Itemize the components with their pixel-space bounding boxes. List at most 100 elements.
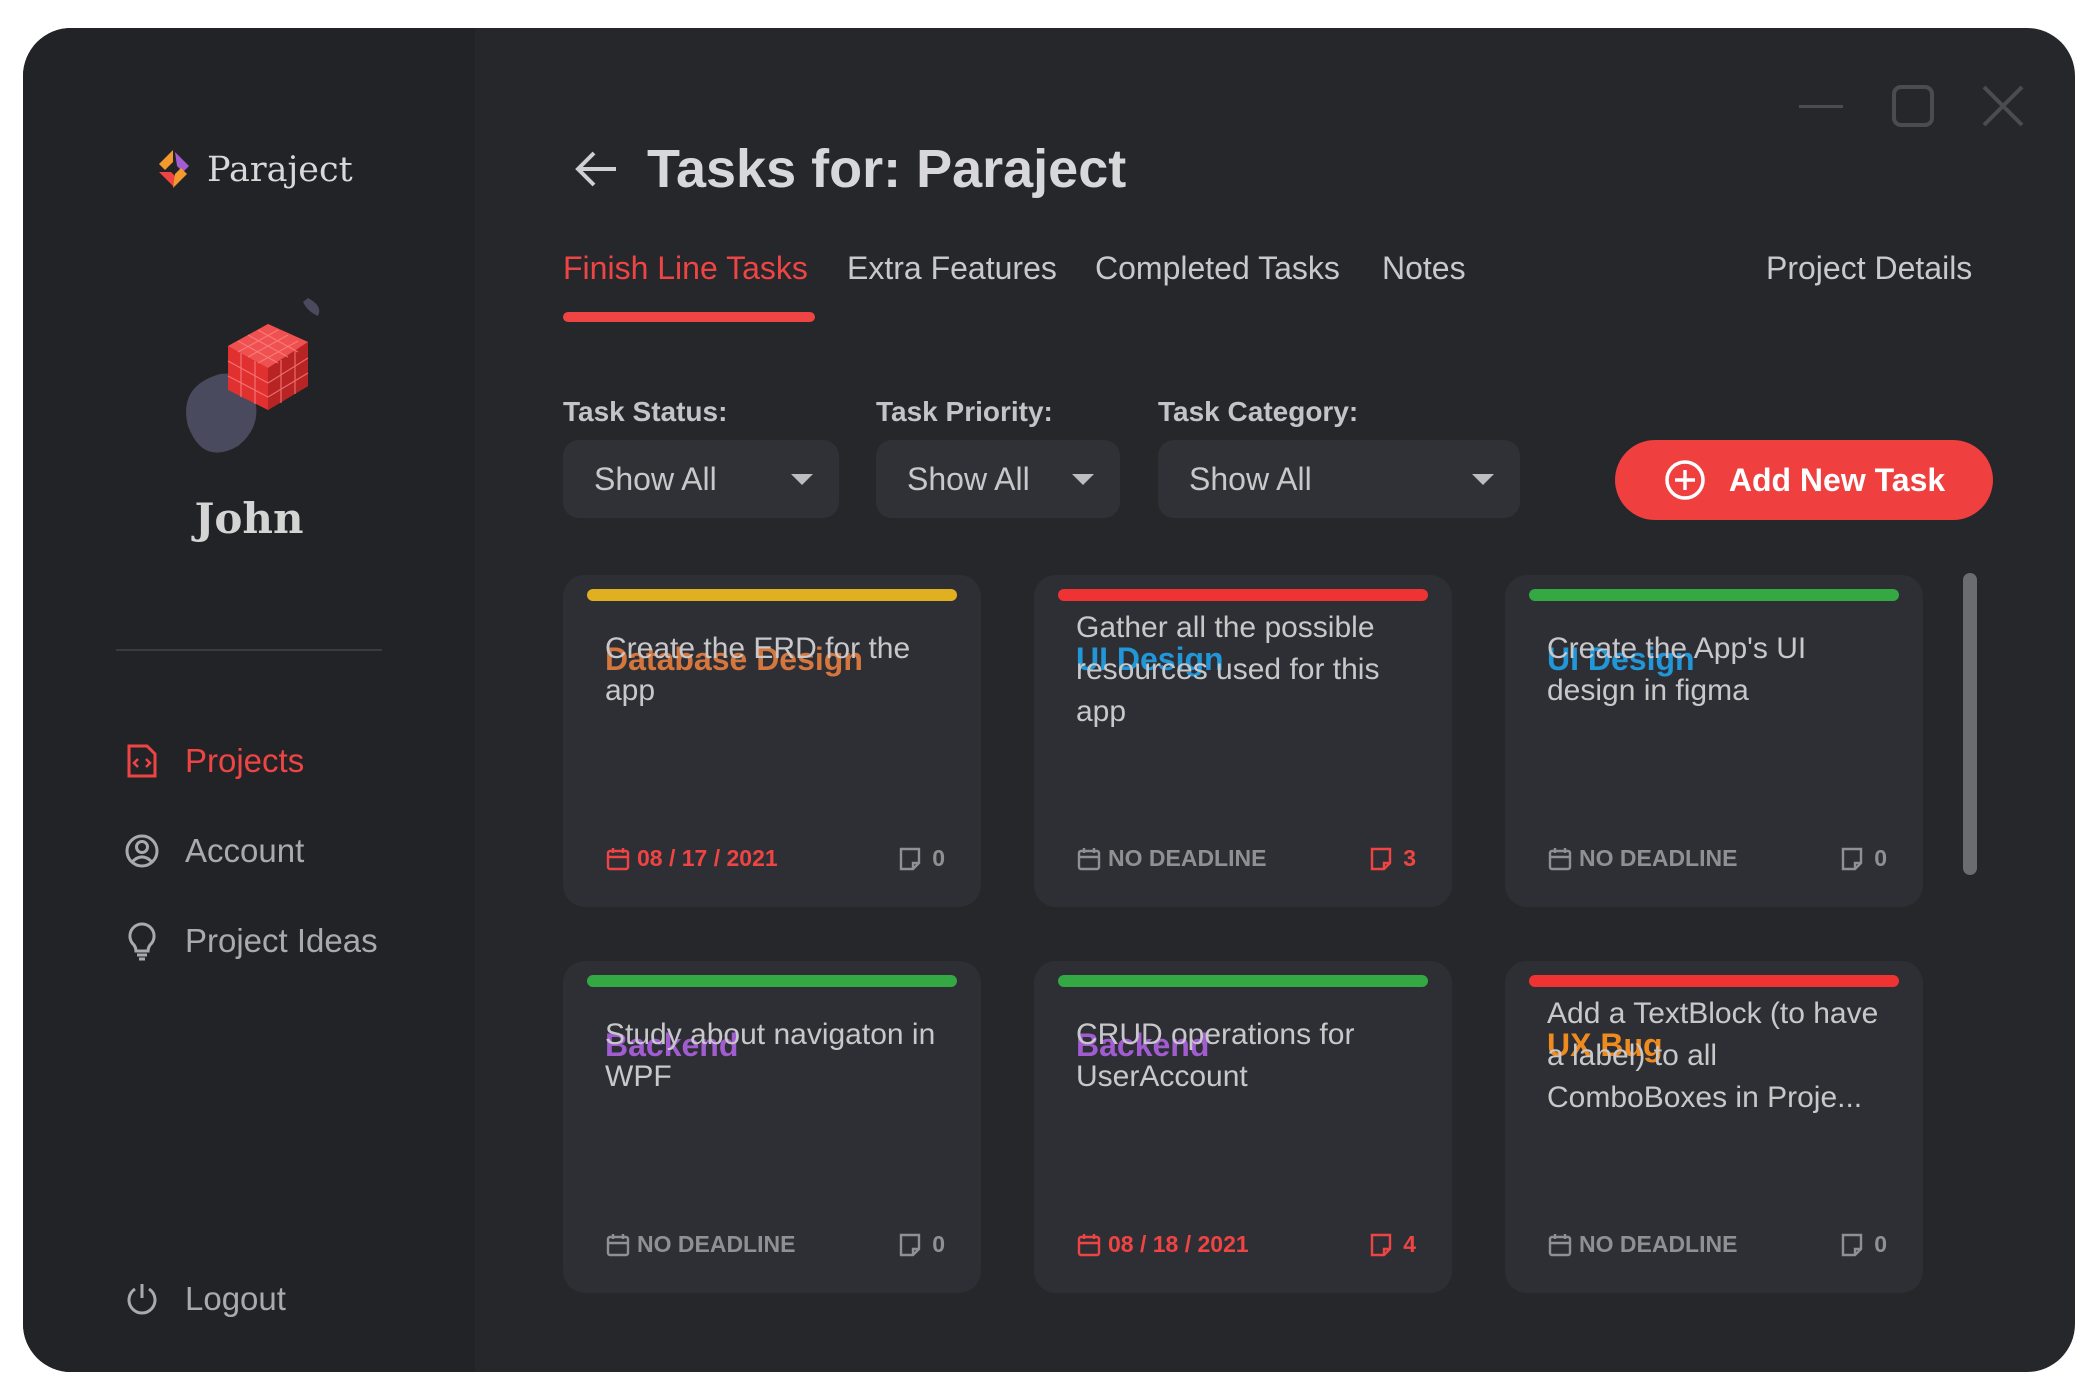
add-new-task-label: Add New Task — [1728, 461, 1946, 498]
task-footer: NO DEADLINE 0 — [605, 1231, 945, 1258]
task-notes-text: 0 — [1874, 845, 1887, 871]
page-header: Tasks for: Paraject — [571, 138, 1126, 200]
task-due-date: NO DEADLINE — [1547, 1231, 1737, 1258]
task-description: Study about navigaton in WPF — [605, 1018, 936, 1093]
calendar-icon — [606, 1233, 630, 1256]
sidebar-item-projects[interactable]: Projects — [121, 740, 304, 782]
task-due-text: NO DEADLINE — [1579, 845, 1738, 871]
task-card[interactable]: UI Design Gather all the possible resour… — [1034, 575, 1452, 907]
calendar-icon — [1548, 847, 1572, 870]
note-icon — [1371, 1233, 1392, 1256]
task-due-date: 08 / 18 / 2021 — [1076, 1231, 1249, 1258]
note-icon — [1842, 1233, 1863, 1256]
maximize-icon — [1892, 85, 1934, 127]
task-card[interactable]: UI Design Create the App's UI design in … — [1505, 575, 1923, 907]
minimize-icon — [1799, 104, 1843, 108]
calendar-icon — [1077, 847, 1101, 870]
task-footer: NO DEADLINE 0 — [1547, 1231, 1887, 1258]
task-due-text: 08 / 17 / 2021 — [637, 845, 778, 871]
task-status-select[interactable]: Show All — [563, 440, 839, 518]
task-due-text: NO DEADLINE — [1108, 845, 1267, 871]
sidebar-item-label: Project Ideas — [185, 922, 378, 959]
note-icon — [900, 847, 921, 870]
task-notes-text: 3 — [1403, 845, 1416, 871]
add-new-task-button[interactable]: Add New Task — [1615, 440, 1993, 520]
user-name: John — [194, 494, 304, 543]
chevron-down-icon — [791, 473, 813, 485]
task-card[interactable]: Database Design Create the ERD for the a… — [563, 575, 981, 907]
tab-finish-line-tasks[interactable]: Finish Line Tasks — [563, 250, 808, 287]
plus-circle-icon — [1665, 460, 1705, 500]
task-due-date: NO DEADLINE — [605, 1231, 795, 1258]
task-priority-select[interactable]: Show All — [876, 440, 1120, 518]
task-notes-count: 3 — [1369, 845, 1416, 872]
task-notes-count: 0 — [898, 845, 945, 872]
task-footer: NO DEADLINE 0 — [1547, 845, 1887, 872]
task-card[interactable]: UX Bug Add a TextBlock (to have a label)… — [1505, 961, 1923, 1293]
close-icon — [1982, 85, 2024, 127]
page-title: Tasks for: Paraject — [647, 139, 1127, 199]
sidebar-item-account[interactable]: Account — [121, 830, 304, 872]
close-button[interactable] — [1975, 76, 2031, 136]
task-notes-text: 0 — [1874, 1231, 1887, 1257]
calendar-icon — [1077, 1233, 1101, 1256]
task-notes-count: 0 — [898, 1231, 945, 1258]
app-logo: Paraject — [151, 144, 353, 196]
projects-icon — [121, 740, 163, 782]
task-category-select[interactable]: Show All — [1158, 440, 1520, 518]
task-footer: 08 / 17 / 2021 0 — [605, 845, 945, 872]
task-description: CRUD operations for UserAccount — [1076, 1018, 1355, 1093]
task-due-date: 08 / 17 / 2021 — [605, 845, 778, 872]
sidebar-item-project-ideas[interactable]: Project Ideas — [121, 920, 378, 962]
app-name: Paraject — [207, 150, 353, 190]
paraject-logo-icon — [159, 150, 189, 188]
logout-label: Logout — [185, 1280, 286, 1317]
lightbulb-icon — [121, 920, 163, 962]
task-priority-value: Show All — [907, 460, 1030, 497]
task-notes-count: 0 — [1840, 845, 1887, 872]
task-priority-label: Task Priority: — [876, 396, 1053, 427]
task-due-date: NO DEADLINE — [1076, 845, 1266, 872]
task-description: Add a TextBlock (to have a label) to all… — [1547, 997, 1879, 1114]
task-card[interactable]: Backend CRUD operations for UserAccount … — [1034, 961, 1452, 1293]
task-status-label: Task Status: — [563, 396, 728, 427]
task-card[interactable]: Backend Study about navigaton in WPF NO … — [563, 961, 981, 1293]
chevron-down-icon — [1472, 473, 1494, 485]
note-icon — [1371, 847, 1392, 870]
avatar — [158, 286, 348, 476]
task-notes-text: 4 — [1403, 1231, 1416, 1257]
task-notes-count: 4 — [1369, 1231, 1416, 1258]
account-icon — [121, 830, 163, 872]
power-icon — [121, 1278, 163, 1320]
scrollbar[interactable] — [1963, 573, 1977, 875]
sidebar-item-label: Account — [185, 832, 305, 869]
calendar-icon — [606, 847, 630, 870]
task-status-value: Show All — [594, 460, 717, 497]
task-footer: 08 / 18 / 2021 4 — [1076, 1231, 1416, 1258]
task-due-date: NO DEADLINE — [1547, 845, 1737, 872]
task-due-text: NO DEADLINE — [637, 1231, 796, 1257]
task-description: Create the ERD for the app — [605, 632, 911, 707]
sidebar-item-label: Projects — [185, 742, 305, 779]
sidebar-divider — [116, 649, 382, 651]
chevron-down-icon — [1072, 473, 1094, 485]
calendar-icon — [1548, 1233, 1572, 1256]
note-icon — [900, 1233, 921, 1256]
tab-completed-tasks[interactable]: Completed Tasks — [1095, 250, 1340, 287]
task-notes-text: 0 — [932, 1231, 945, 1257]
task-notes-text: 0 — [932, 845, 945, 871]
back-button[interactable] — [571, 144, 621, 194]
logout-button[interactable]: Logout — [121, 1278, 286, 1320]
minimize-button[interactable] — [1793, 76, 1849, 136]
maximize-button[interactable] — [1885, 76, 1941, 136]
task-due-text: NO DEADLINE — [1579, 1231, 1738, 1257]
tab-notes[interactable]: Notes — [1382, 250, 1466, 287]
app-window: Paraject John Projects Account Project I… — [23, 28, 2075, 1372]
task-category-label: Task Category: — [1158, 396, 1359, 427]
tab-extra-features[interactable]: Extra Features — [847, 250, 1057, 287]
task-description: Gather all the possible resources used f… — [1076, 611, 1380, 728]
task-description: Create the App's UI design in figma — [1547, 632, 1807, 707]
active-tab-indicator — [563, 312, 815, 322]
task-notes-count: 0 — [1840, 1231, 1887, 1258]
tab-project-details[interactable]: Project Details — [1766, 250, 1972, 287]
